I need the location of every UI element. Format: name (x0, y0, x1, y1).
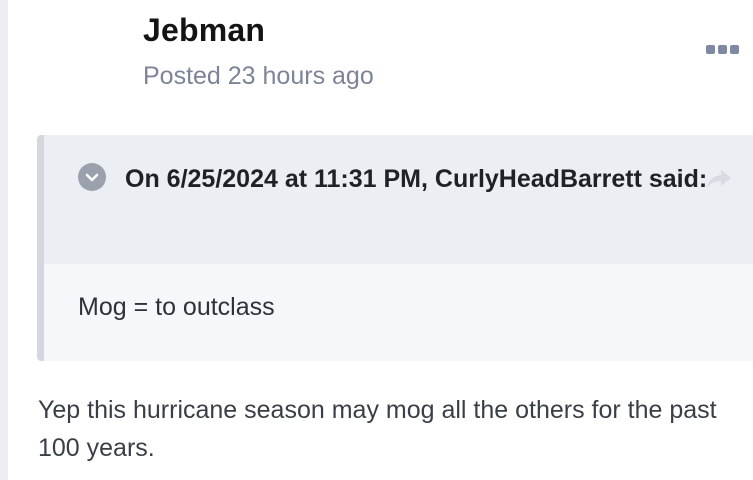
quote-citation-prefix: On 6/25/2024 at 11:31 PM, (125, 165, 435, 193)
author-name[interactable]: Jebman (143, 10, 265, 50)
more-options-button[interactable] (701, 37, 743, 61)
left-border (0, 0, 8, 480)
quote-body: Mog = to outclass (78, 293, 275, 321)
more-options-icon (705, 44, 715, 54)
more-options-icon-dot-2 (717, 44, 727, 54)
quote-block: On 6/25/2024 at 11:31 PM, CurlyHeadBarre… (37, 135, 753, 361)
post-timestamp: Posted 23 hours ago (143, 62, 374, 90)
post-content: Yep this hurricane season may mog all th… (38, 396, 717, 462)
more-options-icon-dot-3 (729, 44, 739, 54)
quote-citation-suffix: said: (641, 165, 708, 193)
quote-citation: On 6/25/2024 at 11:31 PM, CurlyHeadBarre… (78, 160, 718, 199)
quote-header (44, 135, 753, 264)
quoted-author-link[interactable]: CurlyHeadBarrett (435, 165, 642, 193)
share-arrow-icon[interactable] (704, 167, 734, 193)
